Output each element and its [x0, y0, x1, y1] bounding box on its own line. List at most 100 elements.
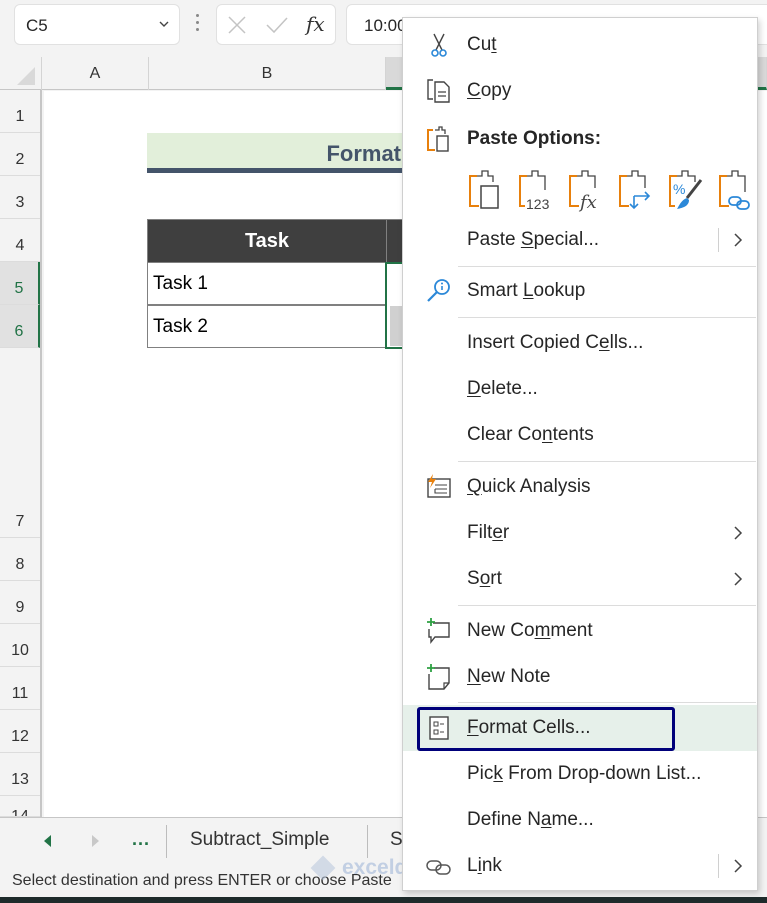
tab-divider [166, 825, 167, 858]
menu-label: Define Name... [467, 809, 594, 830]
menu-separator [458, 317, 756, 318]
paste-values-icon[interactable]: 123 [517, 168, 555, 212]
submenu-divider [718, 854, 719, 878]
menu-separator [458, 266, 756, 267]
copy-icon [427, 79, 450, 103]
row-header[interactable]: 4 [0, 219, 40, 262]
menu-item-paste-special[interactable]: Paste Special... [403, 217, 757, 263]
menu-item-clear-contents[interactable]: Clear Contents [403, 412, 757, 458]
row-header[interactable]: 6 [0, 305, 40, 348]
row-header[interactable]: 13 [0, 753, 40, 796]
row-header[interactable]: 7 [0, 348, 40, 538]
row-header[interactable]: 9 [0, 581, 40, 624]
menu-label: Link [467, 855, 502, 876]
sheet-tab-subtract-simple[interactable]: Subtract_Simple [190, 829, 329, 851]
menu-item-copy[interactable]: Copy [403, 68, 757, 114]
chevron-right-icon [734, 572, 743, 586]
menu-separator [458, 605, 756, 606]
chevron-right-icon [734, 859, 743, 873]
menu-item-link[interactable]: Link [403, 843, 757, 889]
menu-item-new-comment[interactable]: New Comment [403, 608, 757, 654]
submenu-divider [718, 228, 719, 252]
row-header[interactable]: 2 [0, 133, 40, 176]
scissors-icon [431, 33, 447, 57]
svg-text:fx: fx [578, 192, 597, 212]
menu-label: New Comment [467, 620, 593, 641]
menu-label: Pick From Drop-down List... [467, 763, 702, 784]
menu-label: Copy [467, 80, 512, 101]
paste-link-icon[interactable] [717, 168, 755, 212]
row-header[interactable]: 12 [0, 710, 40, 753]
new-comment-icon [427, 618, 450, 644]
row-headers: 1 2 3 4 5 6 7 8 9 10 11 12 13 14 [0, 90, 42, 817]
chevron-right-icon [734, 526, 743, 540]
column-header-b[interactable]: B [149, 57, 386, 90]
menu-label: Insert Copied Cells... [467, 332, 644, 353]
table-row[interactable]: Task 2 [147, 305, 387, 348]
clipboard-icon [427, 126, 449, 152]
menu-item-smart-lookup[interactable]: Smart Lookup [403, 268, 757, 314]
paste-icon[interactable] [467, 168, 505, 212]
name-box-value: C5 [26, 16, 48, 35]
row-header[interactable]: 10 [0, 624, 40, 667]
menu-label: Delete... [467, 378, 538, 399]
sheet-title: Format [326, 141, 401, 166]
column-header-a[interactable]: A [42, 57, 149, 90]
row-header[interactable]: 11 [0, 667, 40, 710]
svg-text:123: 123 [526, 196, 550, 212]
row-header[interactable]: 5 [0, 262, 40, 305]
more-sheets-button[interactable]: ... [132, 829, 150, 850]
menu-item-paste-options: Paste Options: [403, 116, 757, 162]
menu-separator [458, 461, 756, 462]
select-all-button[interactable] [0, 57, 42, 90]
svg-text:%: % [673, 181, 685, 197]
cancel-icon[interactable] [227, 15, 247, 35]
table-row[interactable]: Task 1 [147, 262, 387, 305]
menu-label: Paste Special... [467, 229, 600, 250]
menu-label: Sort [467, 568, 502, 589]
menu-item-pick-from-dropdown[interactable]: Pick From Drop-down List... [403, 751, 757, 797]
menu-item-define-name[interactable]: Define Name... [403, 797, 757, 843]
annotation-highlight-box [417, 707, 675, 751]
table-header-task[interactable]: Task [147, 219, 387, 263]
paste-formatting-icon[interactable]: % [667, 168, 705, 212]
paste-transpose-icon[interactable] [617, 168, 655, 212]
insert-function-button[interactable]: fx [306, 12, 325, 36]
menu-item-filter[interactable]: Filter [403, 510, 757, 556]
sheet-title-cell[interactable]: Format [147, 133, 407, 173]
menu-label: Quick Analysis [467, 476, 591, 497]
menu-label: Cut [467, 34, 497, 55]
paste-formulas-icon[interactable]: fx [567, 168, 605, 212]
taskbar-edge [0, 897, 767, 903]
context-menu: Cut Copy Paste Options: 123 fx % Paste S… [402, 17, 758, 891]
menu-item-new-note[interactable]: New Note [403, 654, 757, 700]
menu-item-insert-copied-cells[interactable]: Insert Copied Cells... [403, 320, 757, 366]
menu-item-quick-analysis[interactable]: Quick Analysis [403, 464, 757, 510]
smart-lookup-icon [427, 279, 450, 302]
sheet-tab[interactable]: S [390, 829, 403, 851]
menu-label: Filter [467, 522, 510, 543]
menu-item-cut[interactable]: Cut [403, 22, 757, 68]
formula-controls: fx [216, 4, 336, 45]
scroll-tabs-right-icon[interactable] [92, 835, 99, 847]
row-header[interactable]: 1 [0, 90, 40, 133]
menu-label: Smart Lookup [467, 280, 586, 301]
row-header[interactable]: 14 [0, 796, 40, 817]
chevron-down-icon[interactable] [159, 19, 169, 29]
paste-options-heading: Paste Options: [467, 128, 602, 149]
chevron-right-icon [734, 233, 743, 247]
menu-separator [458, 702, 756, 703]
row-header[interactable]: 3 [0, 176, 40, 219]
name-box[interactable]: C5 [14, 4, 180, 45]
new-note-icon [427, 664, 450, 690]
link-icon [426, 860, 451, 875]
menu-label: Clear Contents [467, 424, 594, 445]
quick-analysis-icon [427, 474, 451, 498]
row-header[interactable]: 8 [0, 538, 40, 581]
watermark-logo-icon [310, 855, 336, 881]
menu-item-sort[interactable]: Sort [403, 556, 757, 602]
menu-item-delete[interactable]: Delete... [403, 366, 757, 412]
more-options-icon[interactable] [196, 14, 200, 34]
check-icon[interactable] [265, 15, 289, 35]
scroll-tabs-left-icon[interactable] [44, 835, 51, 847]
